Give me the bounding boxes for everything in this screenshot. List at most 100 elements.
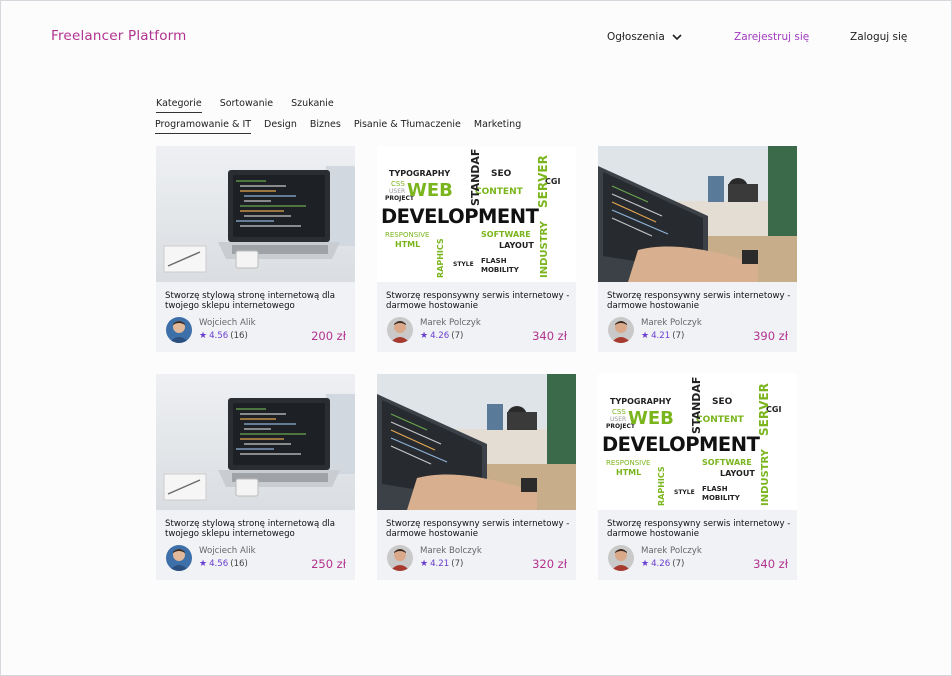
register-link[interactable]: Zarejestruj się [734,31,809,43]
avatar-image [608,545,634,571]
review-count: (7) [672,331,685,341]
word-flash: FLASH [702,485,728,493]
word-server: SERVER [536,155,550,208]
category-marketing[interactable]: Marketing [474,119,521,134]
author-name[interactable]: Wojciech Alik [199,546,256,556]
listing-card[interactable]: Stworzę responsywny serwis internetowy -… [598,146,797,352]
announcements-label: Ogłoszenia [607,31,665,43]
word-development: DEVELOPMENT [381,205,540,228]
avatar-image [608,317,634,343]
word-server: SERVER [757,383,771,436]
brand-logo[interactable]: Freelancer Platform [51,28,187,44]
desk-photo [377,374,576,510]
avatar-image [387,545,413,571]
word-seo: SEO [712,397,733,407]
author-name[interactable]: Marek Polczyk [641,546,702,556]
review-count: (16) [230,331,248,341]
listing-price: 390 zł [753,329,788,343]
tab-search[interactable]: Szukanie [291,98,334,113]
author-avatar [166,545,192,571]
listing-card[interactable]: TYPOGRAPHY SEO CGI CSS USER PROJECT WEB … [377,146,576,352]
word-html: HTML [616,468,641,477]
listing-title[interactable]: Stworzę stylową stronę internetową dla t… [165,291,350,311]
review-count: (7) [672,559,685,569]
word-user: USER [389,188,405,195]
laptop-photo [156,146,355,282]
word-mobility: MOBILITY [481,266,520,274]
listing-image[interactable] [156,146,355,282]
review-count: (16) [230,559,248,569]
word-css: CSS [612,408,626,416]
category-writing[interactable]: Pisanie & Tłumaczenie [354,119,461,134]
listing-image[interactable] [377,374,576,510]
word-css: CSS [391,180,405,188]
tab-sorting[interactable]: Sortowanie [220,98,273,113]
listing-image[interactable]: TYPOGRAPHY SEO CGI CSS USER PROJECT WEB … [598,374,797,510]
star-icon: ★ [641,559,650,569]
listing-card[interactable]: Stworzę stylową stronę internetową dla t… [156,146,355,352]
author-name[interactable]: Marek Polczyk [420,318,481,328]
author-name[interactable]: Marek Polczyk [641,318,702,328]
rating: ★ 4.21 (7) [420,559,463,569]
star-icon: ★ [199,559,208,569]
word-software: SOFTWARE [702,458,752,467]
listing-card[interactable]: Stworzę stylową stronę internetową dla t… [156,374,355,580]
chevron-down-icon [672,34,682,41]
word-development: DEVELOPMENT [602,433,761,456]
desk-photo [598,146,797,282]
word-flash: FLASH [481,257,507,265]
word-responsive: RESPONSIVE [385,231,429,239]
avatar-image [166,317,192,343]
review-count: (7) [451,559,464,569]
author-name[interactable]: Wojciech Alik [199,318,256,328]
rating-value: 4.56 [209,331,229,341]
rating: ★ 4.26 (7) [420,331,463,341]
listing-price: 320 zł [532,557,567,571]
word-graphics: RAPHICS [436,238,445,278]
word-software: SOFTWARE [481,230,531,239]
star-icon: ★ [199,331,208,341]
laptop-photo [156,374,355,510]
star-icon: ★ [420,331,429,341]
listing-price: 200 zł [311,329,346,343]
web-development-wordcloud: TYPOGRAPHY SEO CGI CSS USER PROJECT WEB … [598,374,797,510]
listings-grid: Stworzę stylową stronę internetową dla t… [156,146,797,580]
rating-value: 4.56 [209,559,229,569]
listing-title[interactable]: Stworzę responsywny serwis internetowy -… [607,519,792,539]
listing-card[interactable]: TYPOGRAPHY SEO CGI CSS USER PROJECT WEB … [598,374,797,580]
login-link[interactable]: Zaloguj się [850,31,907,43]
author-avatar [166,317,192,343]
star-icon: ★ [641,331,650,341]
word-typography: TYPOGRAPHY [389,169,450,178]
announcements-dropdown[interactable]: Ogłoszenia [607,31,683,43]
word-standard: STANDAF [690,377,703,434]
listing-title[interactable]: Stworzę responsywny serwis internetowy -… [607,291,792,311]
word-content: CONTENT [475,187,524,197]
author-name[interactable]: Marek Bolczyk [420,546,482,556]
rating: ★ 4.21 (7) [641,331,684,341]
rating: ★ 4.26 (7) [641,559,684,569]
word-style: STYLE [674,489,695,496]
listing-title[interactable]: Stworzę responsywny serwis internetowy -… [386,519,571,539]
category-design[interactable]: Design [264,119,297,134]
rating: ★ 4.56 (16) [199,559,248,569]
word-graphics: RAPHICS [657,466,666,506]
word-seo: SEO [491,169,512,179]
avatar-image [387,317,413,343]
tab-categories[interactable]: Kategorie [156,98,202,113]
listing-image[interactable] [598,146,797,282]
filter-tabs: Kategorie Sortowanie Szukanie [156,98,334,113]
web-development-wordcloud: TYPOGRAPHY SEO CGI CSS USER PROJECT WEB … [377,146,576,282]
listing-title[interactable]: Stworzę responsywny serwis internetowy -… [386,291,571,311]
author-avatar [387,545,413,571]
listing-image[interactable]: TYPOGRAPHY SEO CGI CSS USER PROJECT WEB … [377,146,576,282]
listing-title[interactable]: Stworzę stylową stronę internetową dla t… [165,519,350,539]
listing-image[interactable] [156,374,355,510]
rating-value: 4.21 [430,559,450,569]
listing-card[interactable]: Stworzę responsywny serwis internetowy -… [377,374,576,580]
category-business[interactable]: Biznes [310,119,341,134]
word-web: WEB [407,180,453,201]
word-industry: INDUSTRY [760,448,771,506]
category-programming[interactable]: Programowanie & IT [155,119,252,134]
avatar-image [166,545,192,571]
